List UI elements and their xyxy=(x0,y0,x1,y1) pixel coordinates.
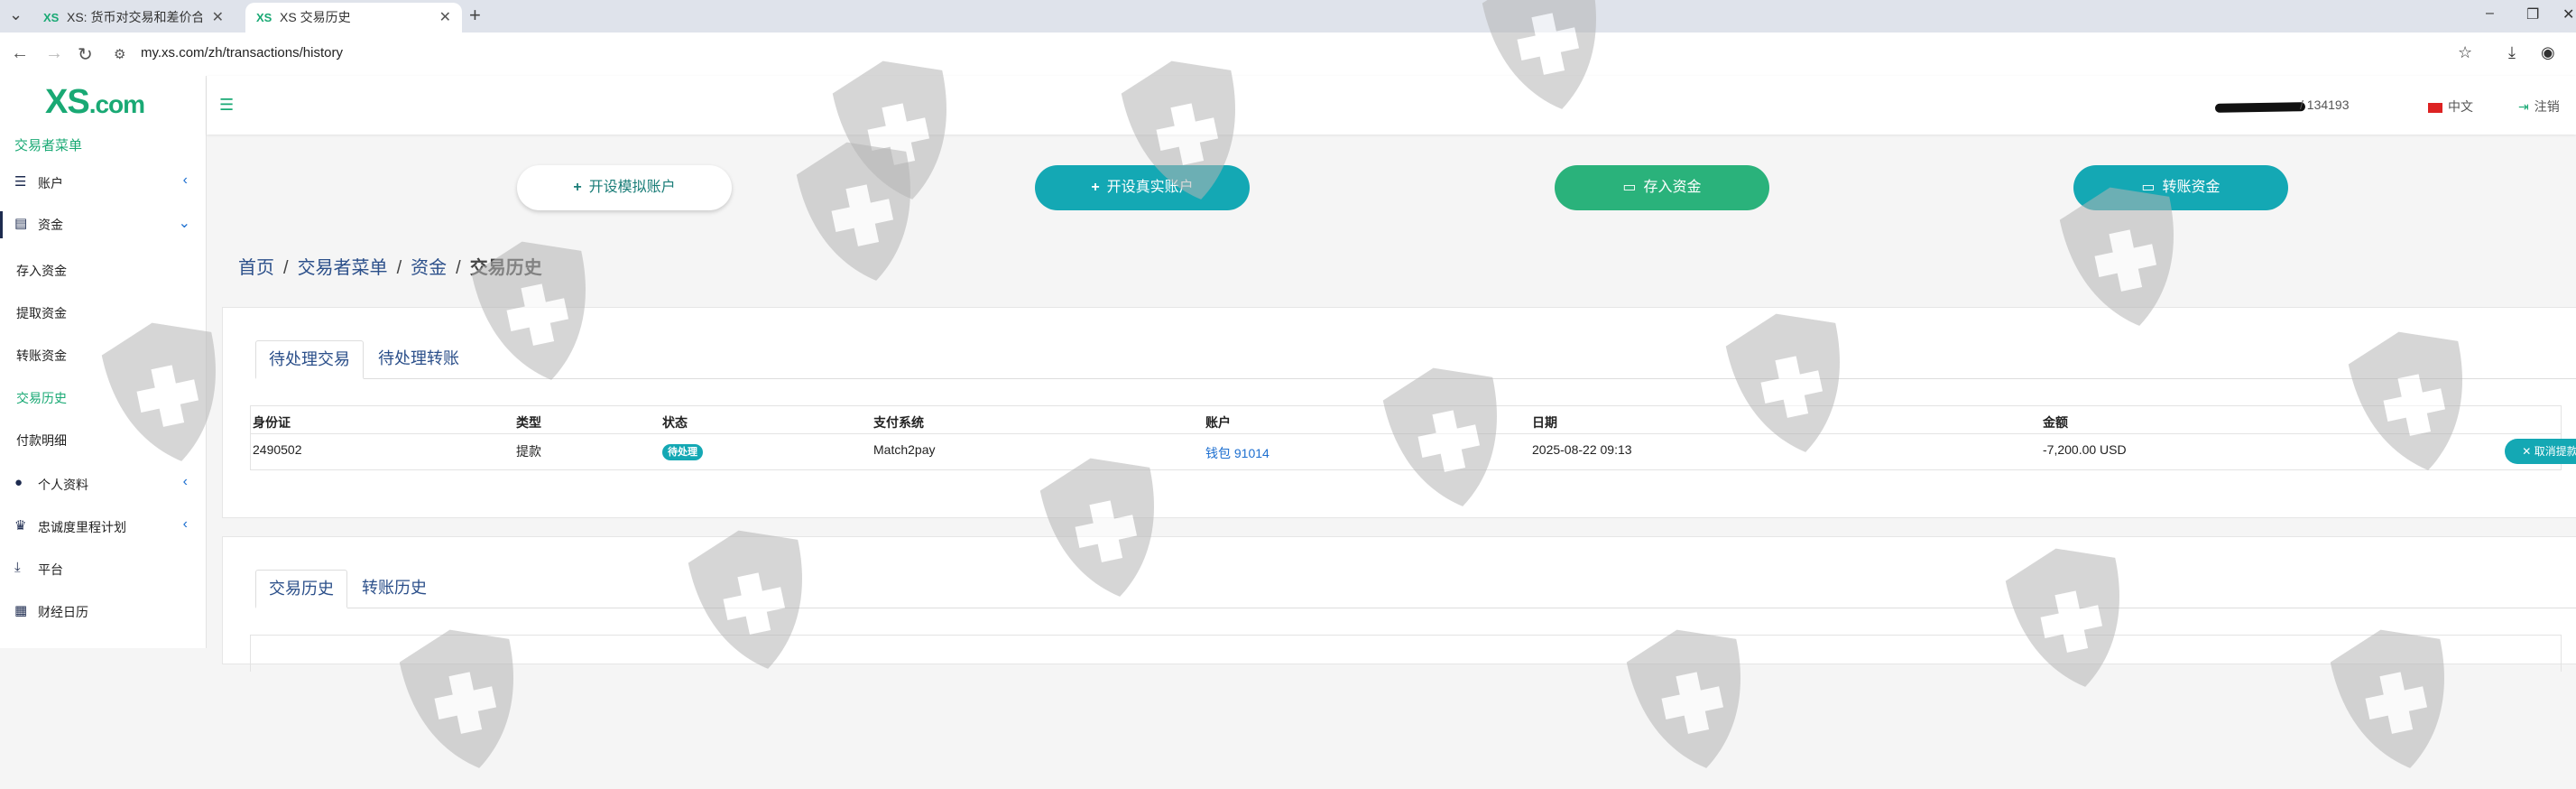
card-icon: ▭ xyxy=(2141,180,2156,195)
col-type: 类型 xyxy=(516,415,541,430)
sidebar-sub-deposit[interactable]: 存入资金 xyxy=(16,262,67,280)
history-card: 交易历史 转账历史 xyxy=(222,536,2576,672)
cell-amount: -7,200.00 USD xyxy=(2043,442,2127,457)
language-selector[interactable]: 中文 xyxy=(2428,97,2473,116)
cancel-withdrawal-button[interactable]: ✕ 取消提款 xyxy=(2505,439,2576,464)
open-demo-account-button[interactable]: + 开设模拟账户 xyxy=(517,165,732,210)
history-table xyxy=(250,635,2562,672)
tab-favicon: XS xyxy=(256,11,272,24)
minimize-icon[interactable]: – xyxy=(2486,5,2494,22)
bookmark-star-icon[interactable]: ☆ xyxy=(2458,43,2472,62)
browser-tab-bar: ⌄ XS XS: 货币对交易和差价合约经纪商 ✕ XS XS 交易历史 ✕ + … xyxy=(0,0,2576,32)
cell-payment-system: Match2pay xyxy=(873,442,936,457)
logout-link[interactable]: ⇥ 注销 xyxy=(2518,97,2560,116)
tab-search-chevron-icon[interactable]: ⌄ xyxy=(9,5,23,24)
sidebar-item-loyalty[interactable]: ♛ 忠诚度里程计划 ‹ xyxy=(0,514,206,541)
new-tab-icon[interactable]: + xyxy=(469,4,481,27)
col-date: 日期 xyxy=(1532,415,1557,430)
redacted-username xyxy=(2214,102,2306,113)
close-tab-icon[interactable]: ✕ xyxy=(439,3,451,32)
sidebar-sub-payment-details[interactable]: 付款明细 xyxy=(16,432,67,450)
tab-title: XS 交易历史 xyxy=(280,10,351,24)
trophy-icon: ♛ xyxy=(14,518,27,534)
browser-tab-2[interactable]: XS XS 交易历史 ✕ xyxy=(245,3,462,32)
top-header: ☰ / 134193 中文 ⇥ 注销 xyxy=(207,76,2576,135)
xs-logo[interactable]: XS.com xyxy=(45,83,145,122)
tab-title: XS: 货币对交易和差价合约经纪商 xyxy=(67,10,202,24)
forward-icon[interactable]: → xyxy=(45,43,63,64)
breadcrumb-funds[interactable]: 资金 xyxy=(411,258,447,278)
user-icon: ● xyxy=(14,475,23,490)
col-payment-system: 支付系统 xyxy=(873,415,924,430)
pending-table: 身份证 类型 状态 支付系统 账户 日期 金额 2490502 提款 待处理 M… xyxy=(250,405,2576,470)
tab-transfer-history[interactable]: 转账历史 xyxy=(349,570,439,606)
user-id: / 134193 xyxy=(2300,97,2350,112)
back-icon[interactable]: ← xyxy=(11,43,29,64)
close-window-icon[interactable]: ✕ xyxy=(2562,5,2574,23)
col-account: 账户 xyxy=(1205,415,1231,430)
col-status: 状态 xyxy=(662,415,688,430)
hamburger-menu-icon[interactable]: ☰ xyxy=(219,96,234,115)
card-icon: ▭ xyxy=(1622,180,1637,195)
chevron-left-icon: ‹ xyxy=(182,172,188,188)
breadcrumb-trader-menu[interactable]: 交易者菜单 xyxy=(298,258,388,278)
cell-id: 2490502 xyxy=(253,442,302,457)
list-icon: ☰ xyxy=(14,174,27,190)
address-bar: ← → ↻ ⚙ my.xs.com/zh/transactions/histor… xyxy=(0,32,2576,77)
downloads-icon[interactable]: ⤓ xyxy=(2508,43,2516,62)
sidebar-sub-history[interactable]: 交易历史 xyxy=(16,389,67,407)
sidebar-sub-withdraw[interactable]: 提取资金 xyxy=(16,304,67,322)
site-info-icon[interactable]: ⚙ xyxy=(114,46,125,62)
chevron-left-icon: ‹ xyxy=(182,474,188,489)
calendar-icon: ▦ xyxy=(14,603,28,618)
tab-pending-transfers[interactable]: 待处理转账 xyxy=(365,340,472,376)
cell-type: 提款 xyxy=(516,444,541,459)
sidebar-sub-transfer[interactable]: 转账资金 xyxy=(16,347,67,365)
sidebar: XS.com 交易者菜单 ☰ 账户 ‹ ▤ 资金 ⌄ 存入资金 提取资金 转账资… xyxy=(0,76,207,648)
tab-divider xyxy=(255,378,2576,379)
pending-card: 待处理交易 待处理转账 身份证 类型 状态 支付系统 账户 日期 金额 2490… xyxy=(222,307,2576,518)
tab-transaction-history[interactable]: 交易历史 xyxy=(255,570,347,608)
breadcrumb: 首页 / 交易者菜单 / 资金 / 交易历史 xyxy=(238,258,542,278)
status-badge: 待处理 xyxy=(662,444,703,460)
sidebar-item-profile[interactable]: ● 个人资料 ‹ xyxy=(0,471,206,498)
logout-icon: ⇥ xyxy=(2518,99,2529,114)
cell-date: 2025-08-22 09:13 xyxy=(1532,442,1632,457)
url-field[interactable]: my.xs.com/zh/transactions/history xyxy=(141,45,343,60)
tab-pending-transactions[interactable]: 待处理交易 xyxy=(255,340,364,379)
plus-icon: + xyxy=(573,180,582,195)
browser-tab-1[interactable]: XS XS: 货币对交易和差价合约经纪商 ✕ xyxy=(32,3,235,32)
tab-favicon: XS xyxy=(43,11,60,24)
breadcrumb-current: 交易历史 xyxy=(469,258,542,278)
reload-icon[interactable]: ↻ xyxy=(78,43,93,66)
wallet-icon: ▤ xyxy=(14,216,28,231)
close-icon: ✕ xyxy=(2522,445,2534,458)
sidebar-item-accounts[interactable]: ☰ 账户 ‹ xyxy=(0,170,206,197)
shield-watermark-icon xyxy=(780,123,944,301)
restore-icon[interactable]: ❐ xyxy=(2526,5,2539,23)
chevron-left-icon: ‹ xyxy=(182,516,188,532)
cell-account-link[interactable]: 钱包 91014 xyxy=(1205,444,1270,462)
plus-icon: + xyxy=(1091,180,1100,195)
chevron-down-icon: ⌄ xyxy=(178,216,190,231)
menu-title: 交易者菜单 xyxy=(14,138,83,153)
sidebar-item-funds[interactable]: ▤ 资金 ⌄ xyxy=(0,211,208,238)
deposit-funds-button[interactable]: ▭ 存入资金 xyxy=(1555,165,1769,210)
close-tab-icon[interactable]: ✕ xyxy=(212,3,224,32)
col-amount: 金额 xyxy=(2043,415,2068,430)
sidebar-item-platform[interactable]: ⤓ 平台 xyxy=(0,556,206,583)
open-real-account-button[interactable]: + 开设真实账户 xyxy=(1035,165,1250,210)
sidebar-item-calendar[interactable]: ▦ 财经日历 xyxy=(0,599,206,626)
profile-icon[interactable]: ◉ xyxy=(2541,43,2555,62)
transfer-funds-button[interactable]: ▭ 转账资金 xyxy=(2073,165,2288,210)
china-flag-icon xyxy=(2428,102,2442,113)
col-id: 身份证 xyxy=(253,415,291,430)
download-icon: ⤓ xyxy=(14,560,21,575)
breadcrumb-home[interactable]: 首页 xyxy=(238,258,274,278)
header-divider xyxy=(251,433,2561,434)
